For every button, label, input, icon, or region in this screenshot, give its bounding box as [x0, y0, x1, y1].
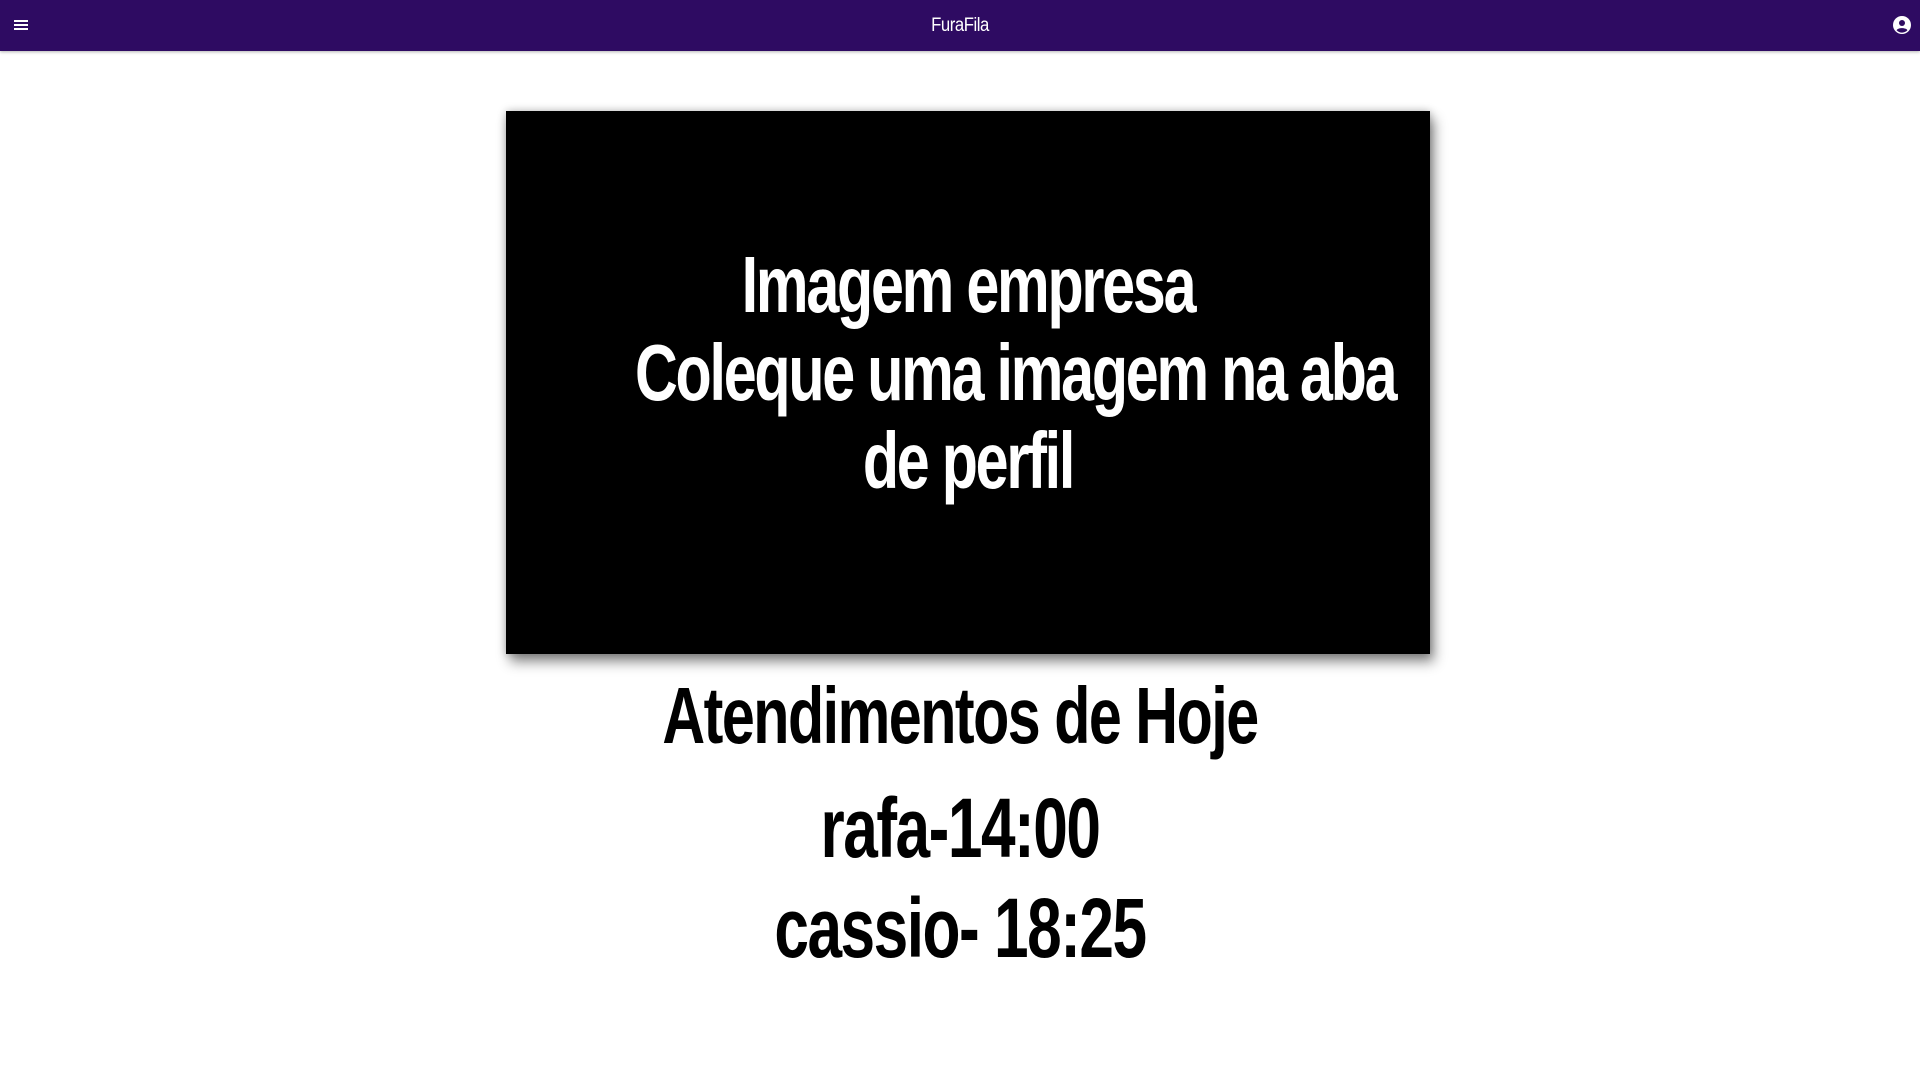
appointment-item: rafa-14:00: [820, 781, 1101, 875]
placeholder-line-1: Imagem empresa: [741, 240, 1197, 329]
company-image-placeholder-text: Imagem empresa Coleque uma imagem na aba…: [635, 240, 1398, 505]
appointments-list: rafa-14:00 cassio- 18:25: [0, 778, 1920, 978]
account-circle-icon: [1893, 16, 1911, 34]
todays-appointments-title: Atendimentos de Hoje: [662, 671, 1259, 760]
top-app-bar: FuraFila: [0, 0, 1920, 51]
placeholder-line-3: de perfil: [862, 416, 1076, 505]
placeholder-line-2: Coleque uma imagem na aba: [635, 328, 1398, 417]
menu-button[interactable]: [10, 14, 32, 36]
appointment-item: cassio- 18:25: [774, 881, 1147, 975]
account-button[interactable]: [1890, 13, 1914, 37]
app-title: FuraFila: [931, 15, 989, 36]
company-image-placeholder: Imagem empresa Coleque uma imagem na aba…: [506, 111, 1430, 654]
hamburger-menu-icon: [14, 20, 28, 30]
